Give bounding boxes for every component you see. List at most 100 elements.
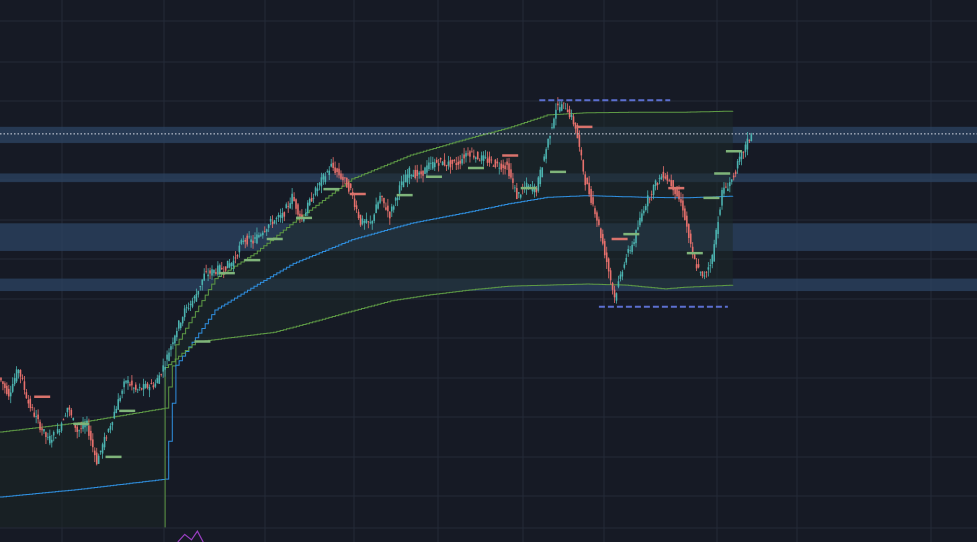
candle-379 xyxy=(740,150,743,166)
candle-body-384 xyxy=(750,134,753,141)
candle-body-258 xyxy=(504,165,506,170)
candle-body-5 xyxy=(9,392,12,397)
candle-body-131 xyxy=(256,234,258,244)
candle-82 xyxy=(160,373,163,377)
candle-body-340 xyxy=(664,176,667,179)
candle-33 xyxy=(64,412,67,417)
candle-body-75 xyxy=(146,383,149,388)
candle-body-168 xyxy=(328,170,331,176)
candle-body-365 xyxy=(713,244,715,262)
candle-body-183 xyxy=(357,211,360,219)
candle-7 xyxy=(13,373,16,387)
candle-body-296 xyxy=(578,134,581,147)
candle-body-252 xyxy=(492,165,495,167)
candle-body-363 xyxy=(709,265,712,267)
candle-184 xyxy=(359,214,362,227)
candle-body-65 xyxy=(127,380,129,384)
candle-body-74 xyxy=(144,383,147,389)
candle-body-228 xyxy=(445,164,448,167)
candle-body-293 xyxy=(572,116,575,125)
candle-body-339 xyxy=(662,171,665,178)
candle-body-367 xyxy=(717,222,719,235)
candle-body-298 xyxy=(582,160,585,172)
candle-body-59 xyxy=(115,408,118,414)
candle-body-302 xyxy=(590,188,592,203)
candle-body-16 xyxy=(31,407,34,408)
candle-290 xyxy=(566,103,569,113)
candle-217 xyxy=(424,166,426,175)
candle-body-334 xyxy=(652,185,655,195)
candle-body-126 xyxy=(246,235,248,245)
chart-area[interactable] xyxy=(0,0,977,542)
candle-body-3 xyxy=(6,385,8,395)
candle-body-173 xyxy=(338,168,340,176)
candle-body-370 xyxy=(723,187,725,194)
candle-body-376 xyxy=(734,171,737,175)
candle-body-144 xyxy=(281,213,284,219)
candle-body-191 xyxy=(373,214,375,221)
candle-body-265 xyxy=(517,192,520,194)
candle-381 xyxy=(744,141,747,158)
candle-body-353 xyxy=(689,233,692,244)
candle-165 xyxy=(322,172,325,185)
candle-107 xyxy=(209,267,211,280)
candle-body-348 xyxy=(680,199,682,203)
candle-body-213 xyxy=(416,169,418,177)
candle-body-112 xyxy=(219,265,221,272)
candle-81 xyxy=(158,372,161,384)
candle-121 xyxy=(236,254,239,259)
candle-body-177 xyxy=(346,177,348,188)
candle-97 xyxy=(189,300,192,312)
candle-body-262 xyxy=(512,178,514,183)
candle-body-206 xyxy=(402,181,405,188)
candle-body-362 xyxy=(707,267,710,270)
candle-body-310 xyxy=(605,252,608,263)
candle-17 xyxy=(33,407,35,418)
candle-body-118 xyxy=(230,262,233,266)
candle-body-29 xyxy=(56,429,59,434)
candle-body-132 xyxy=(258,235,260,238)
candle-58 xyxy=(113,405,116,420)
candle-body-286 xyxy=(559,107,561,112)
candle-body-372 xyxy=(727,188,729,191)
candle-body-7 xyxy=(13,378,16,385)
candle-body-35 xyxy=(68,407,71,410)
candle-115 xyxy=(224,266,227,273)
candle-244 xyxy=(476,151,479,161)
candle-body-138 xyxy=(269,218,272,222)
candle-body-350 xyxy=(684,208,686,221)
candle-body-241 xyxy=(471,151,473,153)
candle-body-52 xyxy=(101,444,104,454)
candle-174 xyxy=(340,170,342,181)
candle-body-320 xyxy=(625,257,628,263)
candle-87 xyxy=(170,344,172,357)
candle-body-71 xyxy=(138,387,141,388)
candle-body-48 xyxy=(93,450,96,456)
candle-body-113 xyxy=(220,267,223,270)
candle-body-288 xyxy=(562,102,565,104)
candle-body-312 xyxy=(609,270,612,281)
candle-body-301 xyxy=(588,182,590,195)
candle-body-39 xyxy=(76,426,78,432)
candle-body-375 xyxy=(732,175,735,178)
candle-body-221 xyxy=(432,162,434,169)
candle-body-326 xyxy=(637,227,639,230)
candle-body-157 xyxy=(306,202,309,214)
candle-body-125 xyxy=(244,239,247,242)
candle-body-47 xyxy=(92,439,94,448)
candle-313 xyxy=(611,281,614,295)
candle-body-254 xyxy=(496,161,499,164)
candle-body-141 xyxy=(275,217,278,219)
candle-body-246 xyxy=(480,155,483,161)
candle-body-332 xyxy=(648,198,651,200)
candle-body-151 xyxy=(295,199,297,209)
candle-body-87 xyxy=(170,346,172,350)
candle-body-22 xyxy=(43,428,45,432)
candle-body-184 xyxy=(359,214,362,226)
candle-body-186 xyxy=(363,220,366,223)
candle-body-24 xyxy=(47,436,49,438)
candle-body-225 xyxy=(439,157,442,160)
candle-body-174 xyxy=(340,173,342,179)
price-chart[interactable] xyxy=(0,0,977,542)
candle-body-102 xyxy=(199,286,202,288)
